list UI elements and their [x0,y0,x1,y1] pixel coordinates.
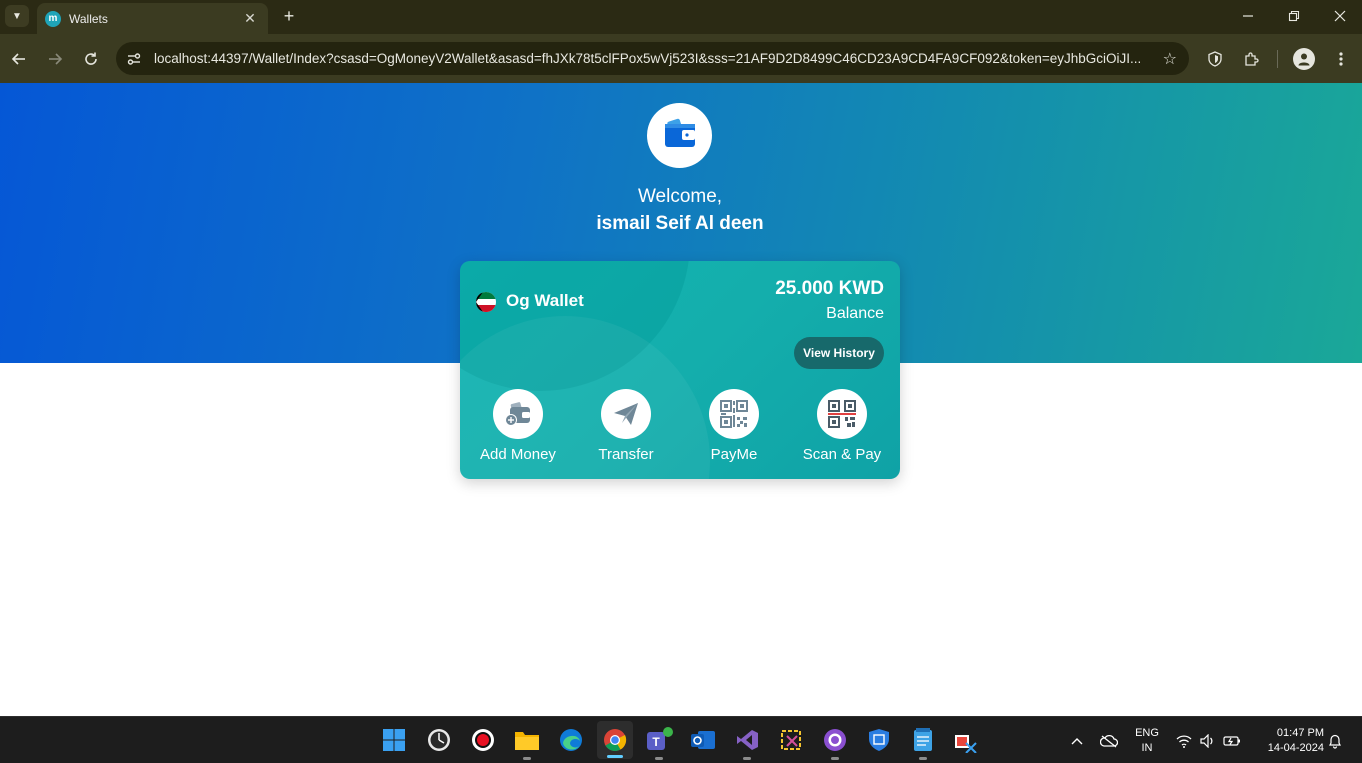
system-time[interactable]: 01:47 PM [1254,727,1324,739]
add-wallet-icon [505,402,530,426]
chevron-down-icon: ▼ [12,10,22,22]
input-region[interactable]: IN [1132,742,1162,754]
site-favicon-icon: m [45,10,61,27]
paper-plane-icon [614,403,638,425]
taskbar-edge[interactable] [557,726,585,754]
browser-menu-icon[interactable] [1330,48,1352,70]
taskbar-file-explorer[interactable] [513,726,541,760]
wallet-logo [647,103,712,168]
wallet-balance: 25.000 KWD [775,278,884,299]
transfer-button[interactable] [601,389,651,439]
visual-studio-icon [737,730,758,750]
windows-logo-icon [383,729,405,751]
payme-label: PayMe [710,446,758,463]
chrome-browser-icon [604,729,627,751]
taskbar-teams[interactable]: T [645,726,673,760]
user-name: ismail Seif Al deen [596,213,764,234]
add-money-button[interactable] [493,389,543,439]
input-language[interactable]: ENG [1132,727,1162,739]
scan-pay-button[interactable] [817,389,867,439]
bookmark-star-icon[interactable]: ☆ [1163,49,1177,69]
address-bar[interactable]: localhost:44397/Wallet/Index?csasd=OgMon… [116,42,1189,75]
add-money-action[interactable]: Add Money [464,389,572,463]
folder-icon [515,732,539,750]
back-button[interactable] [7,47,31,71]
taskbar-chrome[interactable] [597,721,633,759]
restore-icon [1288,10,1300,22]
battery-charging-icon[interactable] [1223,732,1241,750]
scan-qr-icon [828,400,856,428]
browser-tab[interactable]: m Wallets ✕ [37,3,268,34]
transfer-label: Transfer [598,446,654,463]
extensions-puzzle-icon[interactable] [1240,48,1262,70]
minimize-button[interactable] [1237,5,1259,27]
welcome-text: Welcome, [637,186,723,207]
start-button[interactable] [380,726,408,754]
toolbar-divider [1277,50,1278,68]
close-tab-icon[interactable]: ✕ [242,10,258,27]
taskbar-clock-app[interactable] [425,726,453,754]
snipping-tool-icon [781,730,801,750]
teams-icon: T [647,727,673,750]
view-history-button[interactable]: View History [794,337,884,369]
balance-label: Balance [826,305,884,322]
onedrive-offline-icon[interactable] [1100,732,1118,750]
qr-code-icon [720,400,748,428]
wifi-icon[interactable] [1175,732,1193,750]
payme-button[interactable] [709,389,759,439]
tab-title: Wallets [69,11,108,26]
browser-toolbar: localhost:44397/Wallet/Index?csasd=OgMon… [0,34,1362,83]
browser-tab-strip: ▼ m Wallets ✕ + [0,0,1362,34]
new-tab-button[interactable]: + [278,5,300,27]
system-date[interactable]: 14-04-2024 [1254,742,1324,754]
scan-pay-action[interactable]: Scan & Pay [788,389,896,463]
windows-taskbar: T ENG IN 01:47 PM 14-04-2024 [0,716,1362,763]
record-icon [472,729,494,751]
taskbar-recorder-app[interactable] [469,726,497,754]
site-info-icon[interactable] [126,51,142,67]
outlook-icon [691,731,715,749]
restore-button[interactable] [1283,5,1305,27]
forward-button[interactable] [43,47,67,71]
taskbar-visual-studio[interactable] [733,726,761,760]
notification-bell-icon[interactable] [1326,732,1344,750]
show-hidden-icons-chevron-icon[interactable] [1068,732,1086,750]
transfer-action[interactable]: Transfer [572,389,680,463]
svg-text:T: T [652,735,660,749]
close-icon [1334,10,1346,22]
security-shield-icon [869,729,889,751]
extension-shield-icon[interactable] [1204,48,1226,70]
notepad-icon [914,728,932,751]
add-money-label: Add Money [480,446,556,463]
reload-icon [85,52,97,65]
url-text[interactable]: localhost:44397/Wallet/Index?csasd=OgMon… [154,51,1155,66]
wallet-name: Og Wallet [506,291,584,310]
taskbar-notepad[interactable] [909,726,937,760]
taskbar-snipping-pinned[interactable] [951,726,979,754]
taskbar-outlook[interactable] [689,726,717,754]
wallet-card: Og Wallet 25.000 KWD Balance View Histor… [460,261,900,479]
taskbar-snip-app[interactable] [777,726,805,754]
close-window-button[interactable] [1329,5,1351,27]
arrow-left-icon [11,53,25,65]
scan-pay-label: Scan & Pay [802,446,882,463]
payme-action[interactable]: PayMe [680,389,788,463]
kuwait-flag-icon [476,292,496,312]
github-icon [824,729,846,751]
taskbar-defender[interactable] [865,726,893,754]
taskbar-github-desktop[interactable] [821,726,849,760]
tab-search-button[interactable]: ▼ [5,5,29,27]
profile-avatar-icon[interactable] [1293,48,1315,70]
reload-button[interactable] [79,47,103,71]
edge-browser-icon [560,729,582,751]
wallet-icon [665,118,695,147]
volume-icon[interactable] [1199,732,1217,750]
arrow-right-icon [49,53,63,65]
clock-app-icon [428,729,450,751]
scissors-icon [955,735,977,753]
minimize-icon [1243,15,1253,17]
